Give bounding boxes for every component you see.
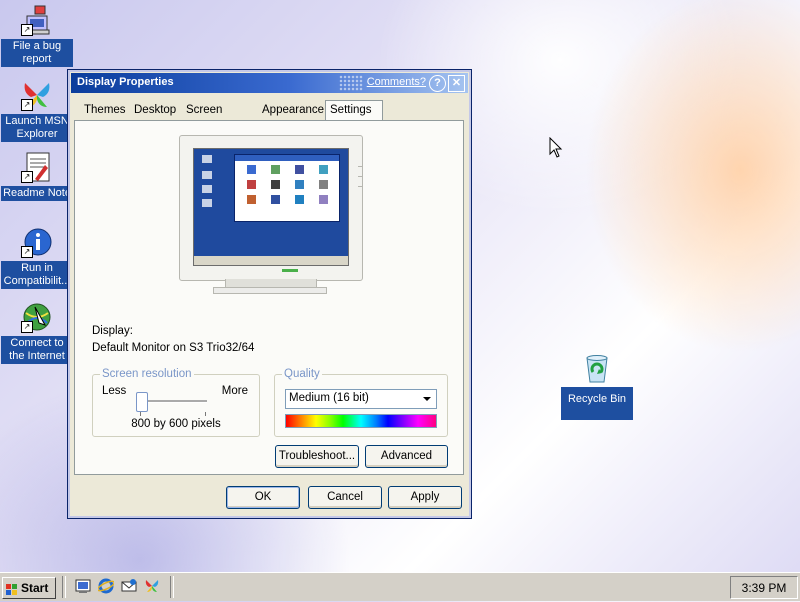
cancel-button[interactable]: Cancel [308,486,382,509]
shortcut-arrow-icon: ↗ [21,246,33,258]
color-quality-select[interactable]: Medium (16 bit) [285,389,437,409]
resolution-slider-thumb[interactable] [136,392,148,412]
info-icon: ↗ [21,226,53,258]
monitor-base [213,287,327,294]
troubleshoot-button[interactable]: Troubleshoot... [275,445,359,468]
tab-themes[interactable]: Themes [80,102,130,119]
advanced-button[interactable]: Advanced [365,445,448,468]
settings-panel: Display: Default Monitor on S3 Trio32/64… [74,120,464,475]
quality-group: Quality Medium (16 bit) [274,368,448,437]
desktop-icon-label: Recycle Bin [561,387,633,420]
start-label: Start [21,581,49,595]
start-button[interactable]: Start [2,577,56,599]
windows-flag-icon [6,582,18,595]
display-value: Default Monitor on S3 Trio32/64 [92,342,255,354]
ok-button[interactable]: OK [226,486,300,509]
tab-desktop[interactable]: Desktop [130,102,180,119]
display-properties-dialog: Display Properties Comments? ? ✕ Themes … [67,69,472,519]
screen-resolution-label: Screen resolution [100,368,194,380]
more-label: More [221,385,248,397]
show-desktop-icon[interactable] [75,578,91,594]
close-button[interactable]: ✕ [448,75,465,92]
bug-report-icon: ↗ [21,4,53,36]
power-led [282,269,298,272]
tab-appearance[interactable]: Appearance [258,102,328,119]
desktop-icon-file-bug[interactable]: ↗ File a bug report [1,4,73,67]
shortcut-arrow-icon: ↗ [21,99,33,111]
title-dots-decoration [339,75,363,91]
mini-desktop-icon [202,185,212,193]
taskbar: Start 3:39 PM [0,572,800,601]
mini-desktop-icon [202,155,212,163]
shortcut-arrow-icon: ↗ [21,321,33,333]
chevron-down-icon[interactable] [419,391,435,407]
desktop-icon-run-compat[interactable]: ↗ Run in Compatibilit... [1,226,73,289]
color-spectrum-bar [285,414,437,428]
desktop-icon-readme-note[interactable]: ↗ Readme Note [1,151,73,201]
desktop-icon-label: Run in Compatibilit... [1,261,73,289]
dialog-title: Display Properties [77,76,174,88]
resolution-slider-track[interactable] [139,400,207,403]
internet-explorer-icon[interactable] [96,578,116,594]
note-document-icon: ↗ [21,151,53,183]
color-quality-value: Medium (16 bit) [289,392,369,404]
mini-desktop-icon [202,199,212,207]
monitor-preview [179,135,363,281]
tab-screen-saver[interactable]: Screen Saver [182,102,226,133]
shortcut-arrow-icon: ↗ [21,24,33,36]
close-icon: ✕ [451,77,462,89]
screen-resolution-group: Screen resolution Less More 800 by 600 p… [92,368,260,437]
msn-quicklaunch-icon[interactable] [144,578,160,594]
clock[interactable]: 3:39 PM [731,581,797,595]
help-icon: ? [434,77,441,89]
monitor-screen [193,148,349,266]
title-bar[interactable]: Display Properties Comments? ? ✕ [71,73,468,93]
mini-window [234,154,340,222]
taskbar-separator [170,576,174,598]
desktop-icon-label: Readme Note [1,186,73,201]
comments-link[interactable]: Comments? [367,76,426,88]
shortcut-arrow-icon: ↗ [21,171,33,183]
desktop-icon-connect-internet[interactable]: ↗ Connect to the Internet [1,301,73,364]
resolution-value: 800 by 600 pixels [131,418,221,430]
mini-desktop-icon [202,171,212,179]
desktop-icon-label: File a bug report [1,39,73,67]
mini-taskbar [194,256,348,265]
display-label: Display: [92,325,133,337]
quality-label: Quality [282,368,322,380]
help-button[interactable]: ? [429,75,446,92]
msn-butterfly-icon: ↗ [21,79,53,111]
connect-internet-icon: ↗ [21,301,53,333]
less-label: Less [102,385,127,397]
system-tray: 3:39 PM [730,576,798,599]
desktop-icon-label: Connect to the Internet [1,336,73,364]
taskbar-separator [62,576,66,598]
mouse-cursor-icon [549,136,563,159]
desktop-icon-recycle-bin[interactable]: Recycle Bin [561,352,633,420]
slider-tick [140,412,141,416]
apply-button[interactable]: Apply [388,486,462,509]
slider-tick [205,412,206,416]
outlook-express-icon[interactable] [121,578,137,594]
tab-settings[interactable]: Settings [325,100,383,121]
desktop-icon-label: Launch MSN Explorer [1,114,73,142]
recycle-bin-icon [581,352,613,384]
desktop-icon-msn-explorer[interactable]: ↗ Launch MSN Explorer [1,79,73,142]
